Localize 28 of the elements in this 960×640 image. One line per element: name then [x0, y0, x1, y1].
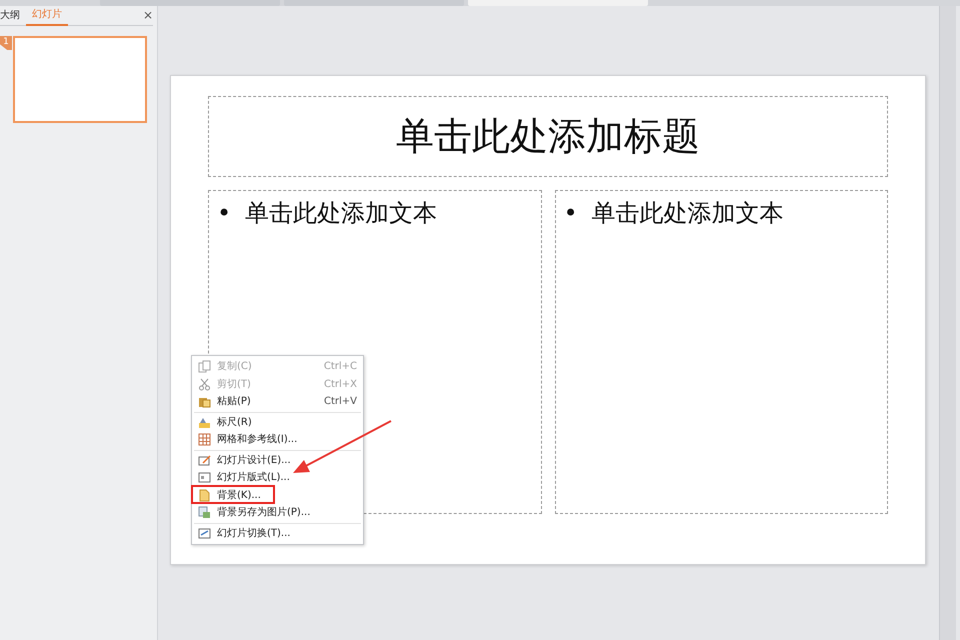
grid-icon [198, 433, 211, 446]
menu-item[interactable]: 幻灯片切换(T)... [192, 524, 363, 542]
panel-tab[interactable]: 大纲 [0, 6, 26, 26]
placeholder-text: 单击此处添加文本 [245, 198, 438, 229]
slide-number: 1 [0, 36, 12, 50]
document-icon [198, 488, 211, 502]
ruler-icon [198, 416, 211, 429]
close-button[interactable]: × [142, 9, 153, 21]
layout-icon [198, 471, 211, 484]
slide-thumbnail[interactable] [13, 36, 147, 123]
bullet: • [564, 198, 578, 229]
placeholder-text: 单击此处添加文本 [592, 198, 784, 229]
shortcut-text: Ctrl+C [324, 360, 357, 374]
copy-icon [198, 360, 211, 374]
scissors-icon [198, 378, 211, 391]
shortcut-text: Ctrl+V [324, 395, 357, 410]
shortcut-text: Ctrl+X [324, 378, 357, 392]
pencil-icon [198, 454, 211, 467]
menu-item[interactable]: 背景另存为图片(P)... [192, 504, 363, 522]
transition-icon [198, 526, 211, 540]
image-icon [198, 506, 211, 520]
bullet: • [217, 198, 232, 229]
menu-item[interactable]: 标尺(R) [192, 414, 363, 431]
content-placeholder[interactable]: • 单击此处添加文本 [554, 190, 888, 514]
menu-item[interactable]: 网格和参考线(I)... [192, 431, 363, 448]
title-placeholder[interactable]: 单击此处添加标题 [208, 96, 888, 177]
clipboard-icon [198, 395, 211, 408]
scroll-bar[interactable] [939, 6, 956, 640]
